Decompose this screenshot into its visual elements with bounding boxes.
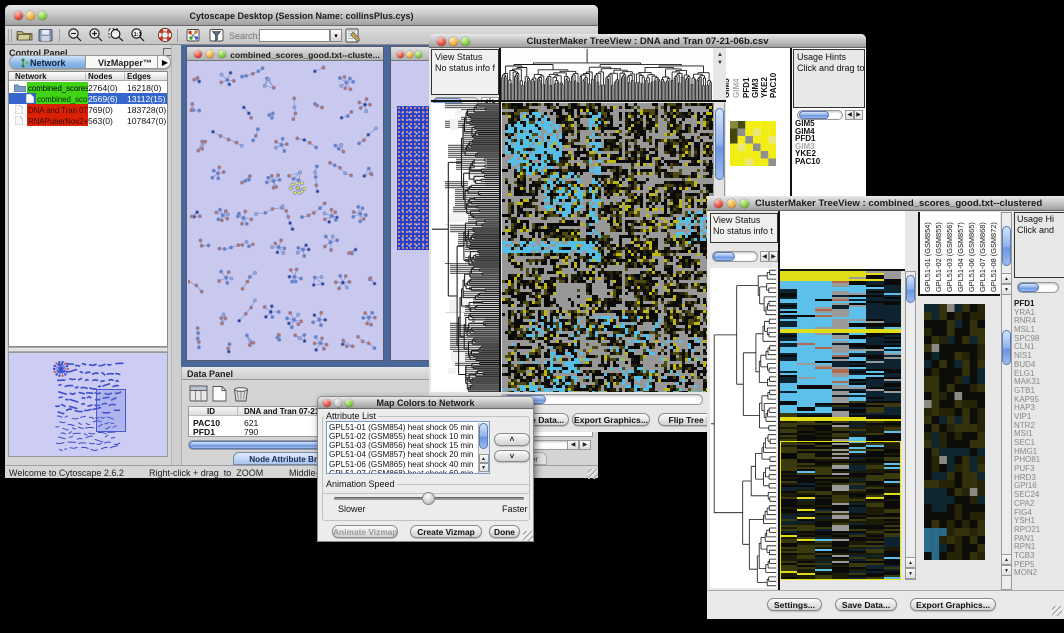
svg-text:1:1: 1:1 <box>134 32 142 38</box>
svg-text:PFD1: PFD1 <box>742 77 751 98</box>
svg-text:GPL51-03 (GSM856): GPL51-03 (GSM856) <box>945 222 954 292</box>
svg-text:GPL51-06 (GSM865): GPL51-06 (GSM865) <box>967 222 976 292</box>
svg-text:GIM5: GIM5 <box>726 78 731 98</box>
svg-text:PAC10: PAC10 <box>769 72 778 98</box>
svg-text:GPL51-01 (GSM854): GPL51-01 (GSM854) <box>923 222 932 292</box>
svg-text:GPL51-04 (GSM857): GPL51-04 (GSM857) <box>956 222 965 292</box>
svg-text:GPL51-08 (GSM872): GPL51-08 (GSM872) <box>989 222 998 292</box>
svg-text:GPL51-02 (GSM855): GPL51-02 (GSM855) <box>934 222 943 292</box>
svg-text:GPL51-07 (GSM868): GPL51-07 (GSM868) <box>978 222 987 292</box>
svg-text:GIM3: GIM3 <box>751 78 760 98</box>
svg-text:GIM4: GIM4 <box>732 78 741 98</box>
svg-text:YKE2: YKE2 <box>760 77 769 98</box>
